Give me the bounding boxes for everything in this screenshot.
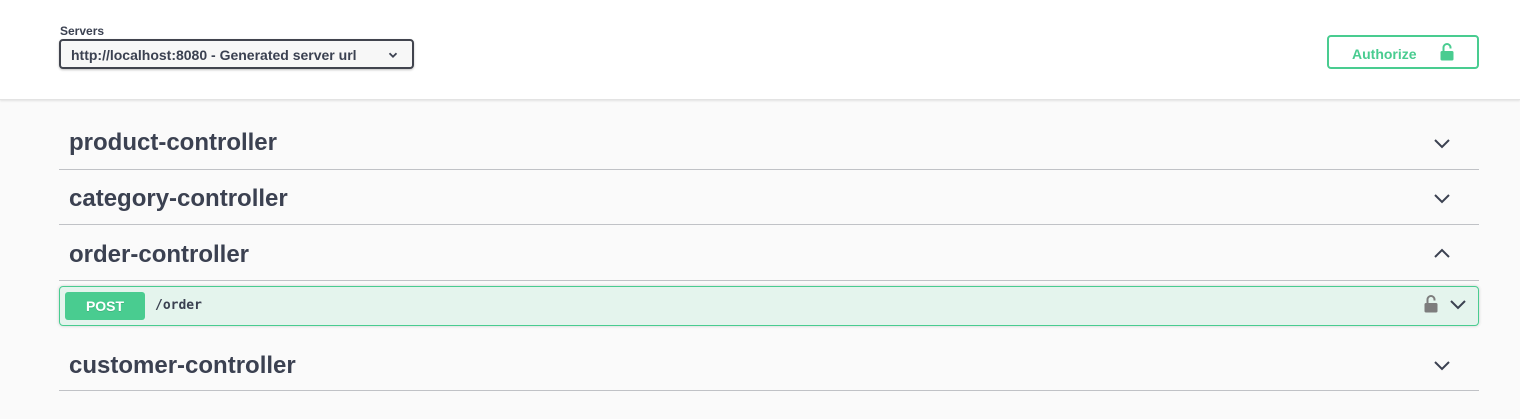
tag-category-controller[interactable]: category-controller — [59, 170, 1479, 225]
chevron-down-icon[interactable] — [1433, 137, 1451, 149]
tag-customer-controller[interactable]: customer-controller — [59, 336, 1479, 391]
tag-order-controller[interactable]: order-controller — [59, 225, 1479, 281]
authorize-label: Authorize — [1352, 46, 1417, 62]
chevron-down-icon[interactable] — [1433, 359, 1451, 371]
lock-open-icon — [1440, 43, 1454, 61]
operation-post-order[interactable]: POST /order — [59, 286, 1479, 326]
authorize-button[interactable]: Authorize — [1327, 35, 1479, 69]
chevron-down-icon[interactable] — [1433, 192, 1451, 204]
chevron-up-icon[interactable] — [1433, 248, 1451, 260]
method-badge: POST — [65, 292, 145, 320]
chevron-down-icon — [388, 52, 398, 58]
server-select-value: http://localhost:8080 - Generated server… — [71, 47, 357, 63]
tag-title: product-controller — [69, 129, 277, 156]
tag-title: category-controller — [69, 185, 288, 212]
schemes-bar: Servers http://localhost:8080 - Generate… — [0, 0, 1520, 100]
servers-label: Servers — [60, 24, 105, 38]
tag-title: order-controller — [69, 241, 250, 268]
chevron-down-icon[interactable] — [1449, 298, 1467, 310]
tag-product-controller[interactable]: product-controller — [59, 117, 1479, 170]
operation-path: /order — [155, 298, 202, 313]
tag-title: customer-controller — [69, 352, 296, 379]
lock-open-icon[interactable] — [1424, 295, 1438, 313]
server-select[interactable]: http://localhost:8080 - Generated server… — [59, 39, 414, 69]
